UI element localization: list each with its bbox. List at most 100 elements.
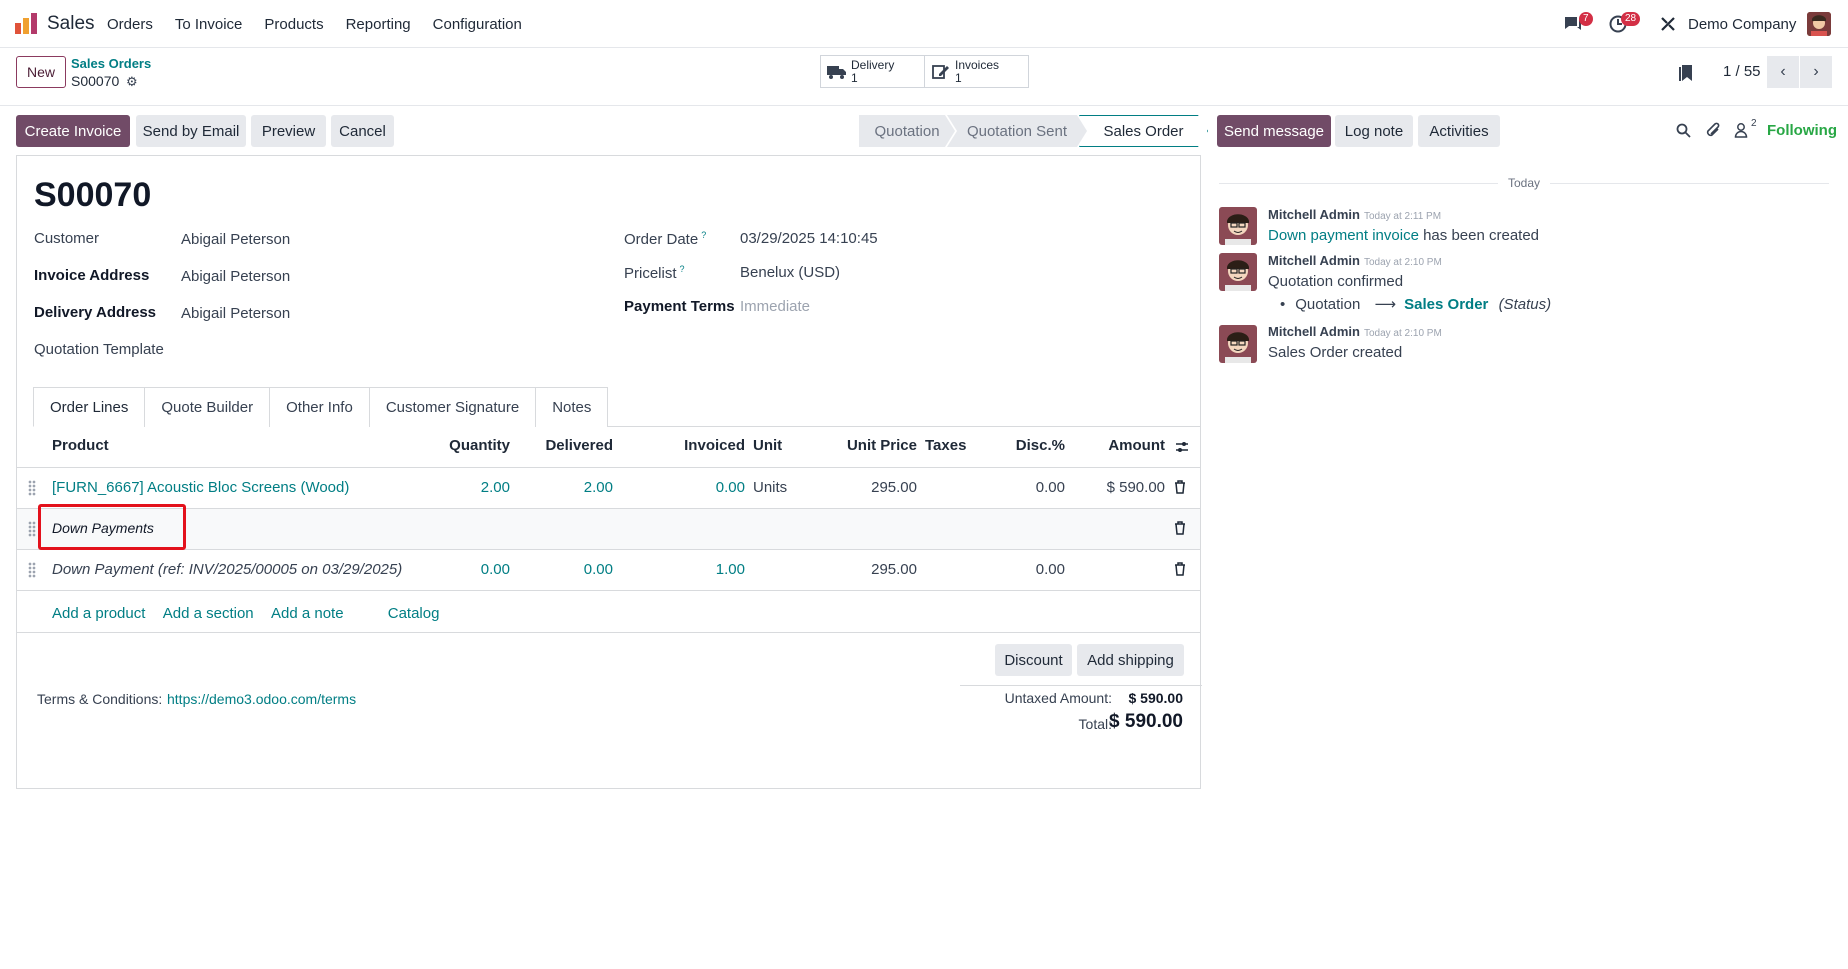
down-payment-invoice-link[interactable]: Down payment invoice [1268,227,1419,244]
total-label: Total: [1078,716,1112,732]
row-delivered[interactable]: 2.00 [517,479,613,496]
stage-sales-order[interactable]: Sales Order [1079,115,1208,147]
untaxed-amount: $ 590.00 [1128,690,1184,706]
row-product[interactable]: Down Payment (ref: INV/2025/00005 on 03/… [52,561,402,578]
col-quantity[interactable]: Quantity [402,437,510,454]
trash-icon[interactable] [1174,480,1186,494]
row-unit-price[interactable]: 295.00 [817,561,917,578]
drag-handle-icon[interactable] [28,480,36,496]
pricelist-help[interactable]: ? [680,264,685,274]
cancel-button[interactable]: Cancel [331,115,394,147]
avatar[interactable] [1219,253,1257,291]
row-quantity[interactable]: 0.00 [402,561,510,578]
pager-next-button[interactable]: › [1800,56,1832,88]
row-unit[interactable]: Units [753,479,787,496]
paperclip-icon[interactable] [1706,121,1721,139]
row-unit-price[interactable]: 295.00 [817,479,917,496]
delivery-address-field[interactable]: Abigail Peterson [181,305,290,322]
delivery-smart-button[interactable]: Delivery 1 [820,55,925,88]
breadcrumb-sales-orders[interactable]: Sales Orders [71,56,151,71]
new-button[interactable]: New [16,56,66,88]
activities-button[interactable]: Activities [1418,115,1500,147]
col-amount[interactable]: Amount [1077,437,1165,454]
optional-columns-icon[interactable] [1175,440,1189,454]
row-disc[interactable]: 0.00 [977,479,1065,496]
app-name[interactable]: Sales [47,13,95,35]
create-invoice-button[interactable]: Create Invoice [16,115,130,147]
highlight-box [38,504,186,550]
activities-badge: 28 [1621,12,1641,26]
pager-previous-button[interactable]: ‹ [1767,56,1799,88]
preview-button[interactable]: Preview [251,115,326,147]
send-email-button[interactable]: Send by Email [136,115,246,147]
tab-customer-signature[interactable]: Customer Signature [368,387,537,427]
add-shipping-button[interactable]: Add shipping [1077,644,1184,676]
order-date-label: Order Date? [624,230,707,248]
messages-badge: 7 [1579,12,1593,26]
col-invoiced[interactable]: Invoiced [637,437,745,454]
add-line-row: Add a product Add a section Add a note C… [17,591,1200,633]
row-quantity[interactable]: 2.00 [402,479,510,496]
message-body: Sales Order created [1268,344,1403,361]
tab-notes[interactable]: Notes [535,387,609,427]
add-note-link[interactable]: Add a note [271,605,344,622]
row-disc[interactable]: 0.00 [977,561,1065,578]
drag-handle-icon[interactable] [28,562,36,578]
table-row[interactable]: Down Payment (ref: INV/2025/00005 on 03/… [17,550,1200,591]
row-product[interactable]: [FURN_6667] Acoustic Bloc Screens (Wood) [52,479,349,496]
customer-field[interactable]: Abigail Peterson [181,231,290,248]
menu-to-invoice[interactable]: To Invoice [175,16,243,33]
order-date-field[interactable]: 03/29/2025 14:10:45 [740,230,878,247]
bookmark-icon[interactable] [1679,64,1693,82]
user-avatar[interactable] [1807,12,1831,36]
tab-other-info[interactable]: Other Info [269,387,370,427]
invoices-count: 1 [955,70,962,85]
order-date-help[interactable]: ? [701,230,706,240]
tab-order-lines[interactable]: Order Lines [33,387,146,427]
avatar[interactable] [1219,325,1257,363]
row-delivered[interactable]: 0.00 [517,561,613,578]
col-unit[interactable]: Unit [753,437,782,454]
col-product[interactable]: Product [52,437,109,454]
following-button[interactable]: Following [1767,122,1837,139]
send-message-button[interactable]: Send message [1217,115,1331,147]
sales-app-icon[interactable] [14,13,38,35]
payment-terms-label: Payment Terms [624,298,735,315]
log-note-button[interactable]: Log note [1335,115,1413,147]
trash-icon[interactable] [1174,562,1186,576]
catalog-link[interactable]: Catalog [388,605,440,622]
search-icon[interactable] [1676,123,1691,138]
discount-button[interactable]: Discount [995,644,1072,676]
pager-value[interactable]: 1 / 55 [1723,63,1761,80]
tools-icon[interactable] [1660,16,1676,32]
invoices-smart-button[interactable]: Invoices 1 [924,55,1029,88]
stage-quotation[interactable]: Quotation [859,115,955,147]
table-row[interactable]: [FURN_6667] Acoustic Bloc Screens (Wood)… [17,468,1200,509]
section-row[interactable]: Down Payments [17,509,1200,550]
tab-quote-builder[interactable]: Quote Builder [144,387,271,427]
message-body: Down payment invoice has been created [1268,227,1540,244]
col-delivered[interactable]: Delivered [517,437,613,454]
menu-products[interactable]: Products [264,16,323,33]
company-switcher[interactable]: Demo Company [1688,16,1796,33]
avatar[interactable] [1219,207,1257,245]
drag-handle-icon[interactable] [28,521,36,537]
menu-reporting[interactable]: Reporting [346,16,411,33]
col-unit-price[interactable]: Unit Price [817,437,917,454]
menu-configuration[interactable]: Configuration [433,16,522,33]
add-product-link[interactable]: Add a product [52,605,145,622]
menu-orders[interactable]: Orders [107,16,153,33]
stage-quotation-sent[interactable]: Quotation Sent [947,115,1087,147]
pricelist-field[interactable]: Benelux (USD) [740,264,840,281]
message-body: Quotation confirmed [1268,273,1404,290]
col-disc[interactable]: Disc.% [977,437,1065,454]
terms-link[interactable]: https://demo3.odoo.com/terms [167,691,356,707]
add-section-link[interactable]: Add a section [163,605,254,622]
followers-icon[interactable] [1734,122,1748,138]
payment-terms-field[interactable]: Immediate [740,298,810,315]
invoice-address-field[interactable]: Abigail Peterson [181,268,290,285]
col-taxes[interactable]: Taxes [925,437,966,454]
terms-label: Terms & Conditions: [37,691,163,707]
gear-icon[interactable]: ⚙ [126,74,138,90]
trash-icon[interactable] [1174,521,1186,535]
